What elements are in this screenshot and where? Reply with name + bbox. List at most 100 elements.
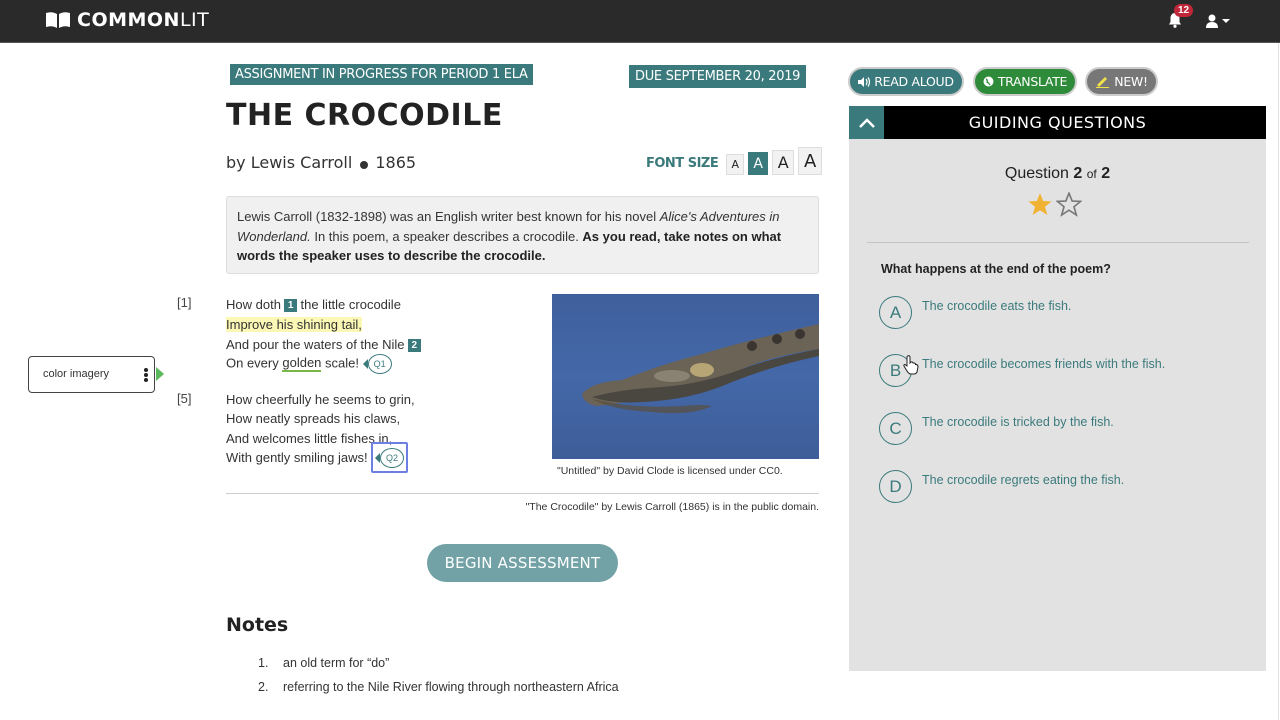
assignment-status-badge: ASSIGNMENT IN PROGRESS FOR PERIOD 1 ELA: [230, 64, 533, 85]
question-2-marker-inner: Q2: [375, 447, 404, 468]
question-text: What happens at the end of the poem?: [881, 262, 1111, 276]
font-size-large-button[interactable]: A: [772, 150, 795, 175]
note-number: 1.: [258, 656, 269, 670]
due-date-badge: DUE SEPTEMBER 20, 2019: [629, 65, 807, 88]
note-text: an old term for “do”: [283, 656, 390, 670]
hand-pointer-cursor-icon: [903, 355, 919, 375]
poem-line: How neatly spreads his claws,: [226, 411, 401, 426]
answer-option-d[interactable]: D The crocodile regrets eating the fish.: [879, 470, 1124, 503]
option-text: The crocodile regrets eating the fish.: [922, 473, 1125, 487]
option-letter: D: [879, 470, 912, 503]
font-size-medium-button[interactable]: A: [748, 152, 769, 175]
note-item: 1. an old term for “do”: [258, 656, 389, 670]
answer-option-b[interactable]: B The crocodile becomes friends with the…: [879, 354, 1165, 387]
annotated-word[interactable]: golden: [282, 355, 322, 373]
line-number: [5]: [177, 391, 192, 406]
star-empty-icon: [1056, 192, 1082, 217]
divider: [226, 493, 819, 494]
byline: by Lewis Carroll 1865: [226, 153, 416, 172]
progress-stars: [1027, 192, 1085, 217]
notes-heading: Notes: [226, 614, 289, 636]
poem-text: How doth: [226, 297, 281, 312]
guiding-questions-title: GUIDING QUESTIONS: [968, 113, 1147, 132]
note-text: referring to the Nile River flowing thro…: [283, 680, 619, 694]
page-edge: [1278, 43, 1279, 720]
line-number: [1]: [177, 295, 192, 310]
caret-down-icon: [1222, 19, 1230, 23]
guiding-questions-header: GUIDING QUESTIONS: [849, 106, 1266, 139]
new-feature-label: NEW!: [1114, 74, 1148, 89]
user-icon: [1206, 14, 1218, 28]
divider: [867, 242, 1249, 243]
intro-text-2: In this poem, a speaker describes a croc…: [310, 228, 583, 244]
logo-text-bold: COMMON: [77, 9, 180, 31]
year: 1865: [375, 153, 417, 172]
annotation-note[interactable]: color imagery: [28, 356, 155, 393]
option-text: The crocodile is tricked by the fish.: [922, 415, 1114, 429]
font-size-small-button[interactable]: A: [726, 154, 745, 175]
poem-text: On every: [226, 355, 283, 371]
poem-line: And welcomes little fishes in,: [226, 431, 393, 446]
translate-button[interactable]: TRANSLATE: [973, 67, 1077, 96]
page-title: THE CROCODILE: [226, 98, 503, 133]
question-1-marker[interactable]: Q1: [362, 354, 392, 374]
poem-line[interactable]: Improve his shining tail,: [226, 317, 362, 332]
user-menu[interactable]: [1206, 12, 1236, 30]
annotation-pointer-icon: [156, 367, 164, 381]
chevron-up-icon: [858, 117, 875, 128]
read-aloud-label: READ ALOUD: [874, 74, 954, 89]
notification-count-badge: 12: [1174, 4, 1194, 17]
note-number: 2.: [258, 680, 269, 694]
question-counter: Question 2 of 2: [849, 165, 1266, 183]
crocodile-photo: [552, 294, 819, 459]
poem-line: How cheerfully he seems to grin,: [226, 392, 415, 407]
question-2-marker[interactable]: Q2: [371, 442, 408, 473]
answer-option-a[interactable]: A The crocodile eats the fish.: [879, 296, 1071, 329]
option-letter: A: [879, 296, 912, 329]
intro-text: Lewis Carroll (1832-1898) was an English…: [237, 209, 660, 224]
font-size-xlarge-button[interactable]: A: [798, 147, 823, 175]
option-text: The crocodile becomes friends with the f…: [922, 357, 1166, 371]
footnote-1-marker[interactable]: 1: [283, 299, 298, 312]
current-question: 2: [1073, 165, 1083, 182]
author: by Lewis Carroll: [226, 153, 353, 172]
question-2-label: Q2: [380, 447, 404, 468]
collapse-button[interactable]: [849, 106, 884, 139]
marker-arrow-icon: [362, 359, 368, 369]
globe-icon: [983, 76, 994, 87]
highlighted-text[interactable]: Improve his shining tail,: [226, 317, 362, 332]
answer-option-c[interactable]: C The crocodile is tricked by the fish.: [879, 412, 1114, 445]
commonlit-logo[interactable]: COMMONLIT: [45, 9, 209, 31]
top-nav: COMMONLIT 12: [0, 0, 1280, 43]
begin-assessment-button[interactable]: BEGIN ASSESSMENT: [427, 544, 618, 582]
poem-line: How doth 1 the little crocodile: [226, 297, 401, 312]
read-aloud-button[interactable]: READ ALOUD: [848, 67, 964, 96]
open-book-icon: [46, 12, 70, 28]
crocodile-image: [582, 324, 819, 414]
pencil-highlighter-icon: [1096, 76, 1110, 88]
font-size-label: FONT SIZE: [646, 156, 719, 171]
more-options-icon[interactable]: [144, 368, 148, 382]
poem-text: And pour the waters of the Nile: [226, 337, 405, 352]
public-domain-credit: "The Crocodile" by Lewis Carroll (1865) …: [525, 501, 819, 513]
poem-line: On every golden scale! Q1: [226, 354, 392, 374]
question-1-label: Q1: [367, 354, 392, 374]
star-filled-icon: [1028, 193, 1052, 216]
poem-text: the little crocodile: [300, 297, 401, 312]
poem-line: And pour the waters of the Nile 2: [226, 337, 424, 352]
poem-text: scale!: [321, 355, 359, 371]
image-caption: "Untitled" by David Clode is licensed un…: [557, 465, 783, 477]
poem-line: With gently smiling jaws!: [226, 450, 368, 465]
introduction-box: Lewis Carroll (1832-1898) was an English…: [226, 196, 819, 274]
logo-text-light: LIT: [179, 9, 210, 31]
guiding-questions-panel: Question 2 of 2 What happens at the end …: [849, 139, 1266, 671]
translate-label: TRANSLATE: [997, 74, 1068, 89]
new-feature-button[interactable]: NEW!: [1085, 67, 1158, 96]
footnote-2-marker[interactable]: 2: [407, 339, 422, 352]
speaker-icon: [858, 76, 871, 87]
note-item: 2. referring to the Nile River flowing th…: [258, 680, 619, 694]
question-label: Question: [1004, 165, 1069, 182]
option-text: The crocodile eats the fish.: [922, 299, 1072, 313]
total-questions: 2: [1101, 165, 1111, 182]
font-size-control: FONT SIZE A A A A: [646, 147, 826, 175]
